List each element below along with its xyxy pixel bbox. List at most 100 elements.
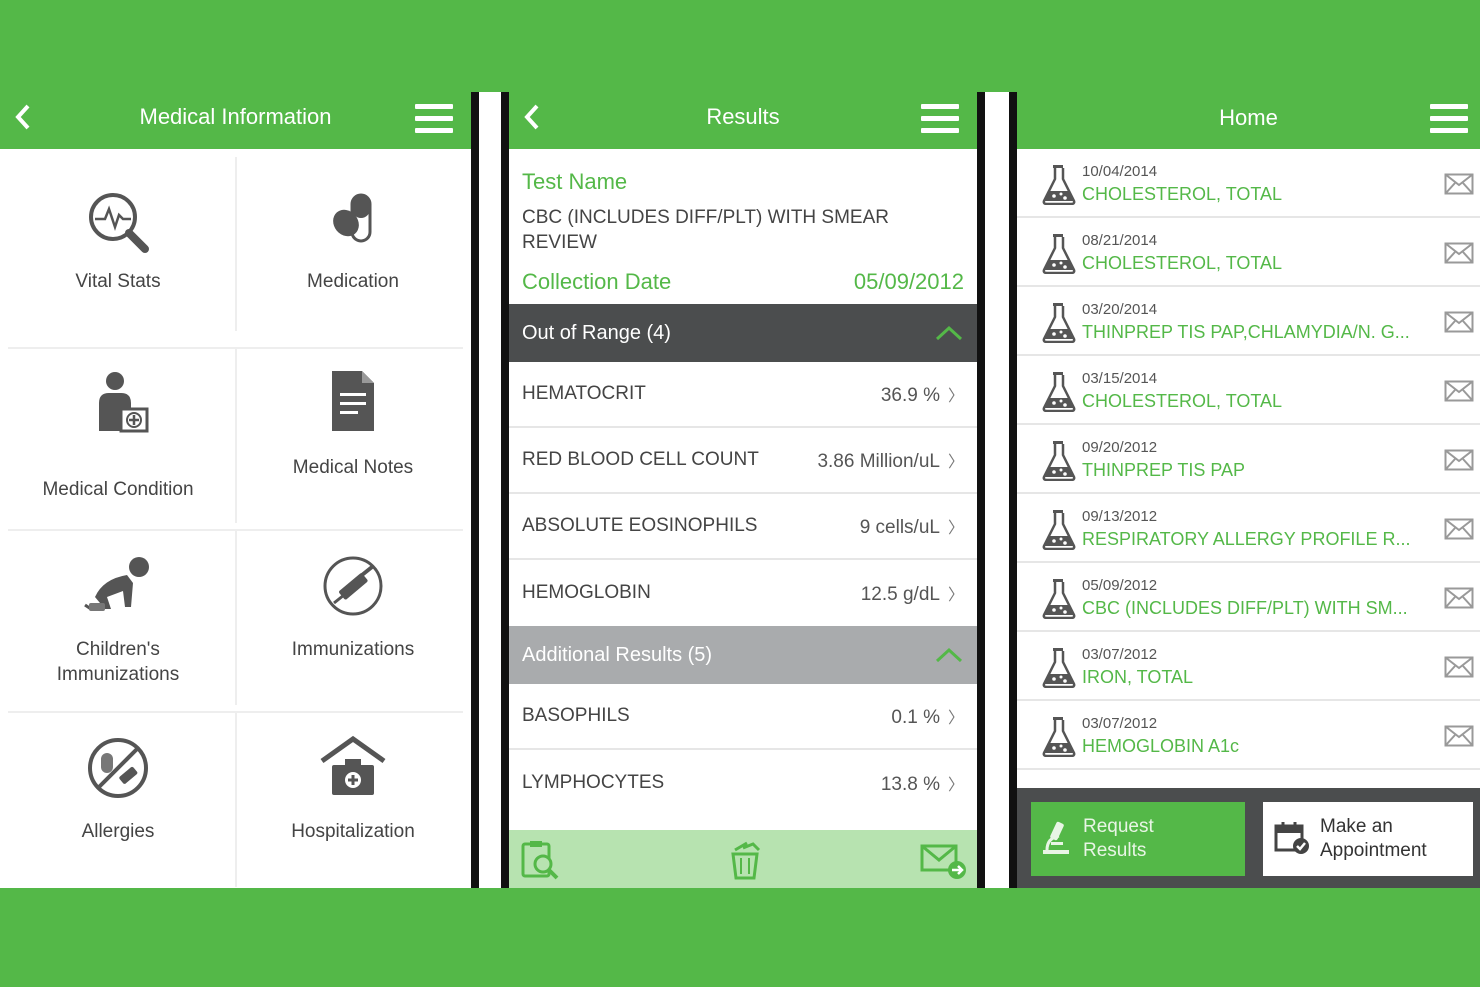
envelope-icon[interactable] <box>1444 449 1474 471</box>
page-title: Home <box>1219 105 1278 130</box>
divider <box>1009 92 1017 888</box>
divider <box>8 347 463 349</box>
result-list-item[interactable]: 09/20/2012 THINPREP TIS PAP <box>1017 425 1480 494</box>
test-name-label: Test Name <box>522 169 628 194</box>
result-name: THINPREP TIS PAP <box>1082 460 1246 480</box>
tile-label: Immunizations <box>291 639 415 660</box>
chevron-right-icon: 〉 <box>947 709 964 727</box>
result-date: 08/21/2014 <box>1082 232 1158 249</box>
result-list-item[interactable]: 03/15/2014 CHOLESTEROL, TOTAL <box>1017 356 1480 425</box>
envelope-icon[interactable] <box>1444 380 1474 402</box>
tile-immunizations[interactable]: Immunizations <box>235 553 471 661</box>
result-date: 09/20/2012 <box>1082 439 1158 456</box>
result-value: 36.9 % <box>880 384 940 406</box>
request-results-button[interactable]: Request Results <box>1031 802 1245 876</box>
result-value: 3.86 Million/uL <box>817 450 940 472</box>
divider <box>471 92 479 888</box>
button-label: Make an Appointment <box>1320 815 1427 863</box>
clipboard-search-icon[interactable] <box>519 840 561 880</box>
result-list-item[interactable]: 03/07/2012 IRON, TOTAL <box>1017 632 1480 701</box>
additional-results-header[interactable]: Additional Results (5) <box>509 626 977 684</box>
tile-hospitalization[interactable]: Hospitalization <box>235 735 471 843</box>
flask-icon <box>1042 303 1076 343</box>
divider <box>501 92 509 888</box>
flask-icon <box>1042 510 1076 550</box>
result-list-item[interactable]: 03/20/2014 THINPREP TIS PAP,CHLAMYDIA/N. … <box>1017 287 1480 356</box>
page-title: Medical Information <box>139 104 332 129</box>
chevron-right-icon: 〉 <box>947 519 964 537</box>
tile-vital-stats[interactable]: Vital Stats <box>0 187 236 293</box>
tile-label: Medical Notes <box>292 457 414 478</box>
result-name: BASOPHILS <box>522 705 630 726</box>
result-list-item[interactable]: 08/21/2014 CHOLESTEROL, TOTAL <box>1017 218 1480 287</box>
hamburger-menu-icon[interactable] <box>921 104 959 136</box>
result-name: RESPIRATORY ALLERGY PROFILE R... <box>1082 529 1411 549</box>
result-value: 0.1 % <box>891 706 940 728</box>
section-label: Additional Results (5) <box>522 643 713 666</box>
result-name: ABSOLUTE EOSINOPHILS <box>522 515 758 536</box>
gap-left <box>479 92 501 888</box>
email-send-icon[interactable] <box>919 840 969 880</box>
envelope-icon[interactable] <box>1444 311 1474 333</box>
result-list-item[interactable]: 10/04/2014 CHOLESTEROL, TOTAL <box>1017 149 1480 218</box>
no-pills-icon <box>88 738 148 798</box>
bottom-bar: Request Results Make an Appointment <box>1017 788 1480 888</box>
page-title: Results <box>706 104 780 129</box>
calendar-check-icon <box>1274 822 1309 854</box>
result-name: HEMATOCRIT <box>522 383 646 404</box>
result-name: CHOLESTEROL, TOTAL <box>1082 253 1283 273</box>
result-name: HEMOGLOBIN <box>522 582 651 603</box>
hamburger-menu-icon[interactable] <box>1430 104 1468 136</box>
envelope-icon[interactable] <box>1444 242 1474 264</box>
result-name: HEMOGLOBIN A1c <box>1082 736 1240 756</box>
result-row[interactable]: BASOPHILS 0.1 % 〉 <box>509 684 977 750</box>
microscope-icon <box>1043 821 1069 854</box>
section-label: Out of Range (4) <box>522 321 671 344</box>
result-value: 12.5 g/dL <box>860 583 940 605</box>
nav-bar: Results <box>509 92 977 149</box>
envelope-icon[interactable] <box>1444 656 1474 678</box>
out-of-range-header[interactable]: Out of Range (4) <box>509 304 977 362</box>
flask-icon <box>1042 648 1076 688</box>
chevron-right-icon: 〉 <box>947 453 964 471</box>
result-row[interactable]: ABSOLUTE EOSINOPHILS 9 cells/uL 〉 <box>509 494 977 560</box>
result-value: 9 cells/uL <box>859 516 940 538</box>
result-name: CBC (INCLUDES DIFF/PLT) WITH SM... <box>1082 598 1408 618</box>
envelope-icon[interactable] <box>1444 518 1474 540</box>
result-list-item[interactable]: 05/09/2012 CBC (INCLUDES DIFF/PLT) WITH S… <box>1017 563 1480 632</box>
trash-icon[interactable] <box>725 840 765 880</box>
result-date: 05/09/2012 <box>1082 577 1158 594</box>
chevron-up-icon <box>935 647 963 663</box>
result-value: 13.8 % <box>880 773 940 795</box>
chevron-right-icon: 〉 <box>947 387 964 405</box>
collection-date-row: Collection Date 05/09/2012 <box>522 269 964 295</box>
envelope-icon[interactable] <box>1444 725 1474 747</box>
tile-medical-condition[interactable]: Medical Condition <box>0 369 236 501</box>
result-date: 03/07/2012 <box>1082 646 1158 663</box>
tile-childrens-immunizations[interactable]: Children's Immunizations <box>0 553 236 687</box>
flask-icon <box>1042 165 1076 205</box>
result-row[interactable]: HEMOGLOBIN 12.5 g/dL 〉 <box>509 560 977 626</box>
result-row[interactable]: LYMPHOCYTES 13.8 % 〉 <box>509 750 977 816</box>
envelope-icon[interactable] <box>1444 173 1474 195</box>
tile-allergies[interactable]: Allergies <box>0 735 236 843</box>
tile-medication[interactable]: Medication <box>235 187 471 293</box>
result-list-item[interactable]: 03/07/2012 HEMOGLOBIN A1c <box>1017 701 1480 770</box>
tile-medical-notes[interactable]: Medical Notes <box>235 369 471 479</box>
crawling-baby-icon <box>84 557 149 611</box>
result-list-item[interactable]: 09/13/2012 RESPIRATORY ALLERGY PROFILE R.… <box>1017 494 1480 563</box>
flask-icon <box>1042 372 1076 412</box>
make-appointment-button[interactable]: Make an Appointment <box>1263 802 1473 876</box>
result-row[interactable]: HEMATOCRIT 36.9 % 〉 <box>509 362 977 428</box>
hamburger-menu-icon[interactable] <box>415 104 453 136</box>
result-row[interactable]: RED BLOOD CELL COUNT 3.86 Million/uL 〉 <box>509 428 977 494</box>
home-screen: Home 10/04/2014 CHOLESTEROL, TOTAL 08/21/2… <box>1017 92 1480 888</box>
magnifier-heartbeat-icon <box>89 193 149 253</box>
button-label-line: Request <box>1083 816 1154 837</box>
envelope-icon[interactable] <box>1444 587 1474 609</box>
result-date: 03/20/2014 <box>1082 301 1158 318</box>
test-name: CBC (INCLUDES DIFF/PLT) WITH SMEAR REVIE… <box>522 207 889 253</box>
flask-icon <box>1042 717 1076 757</box>
syringe-icon <box>323 556 383 616</box>
tile-label: Hospitalization <box>291 821 415 842</box>
